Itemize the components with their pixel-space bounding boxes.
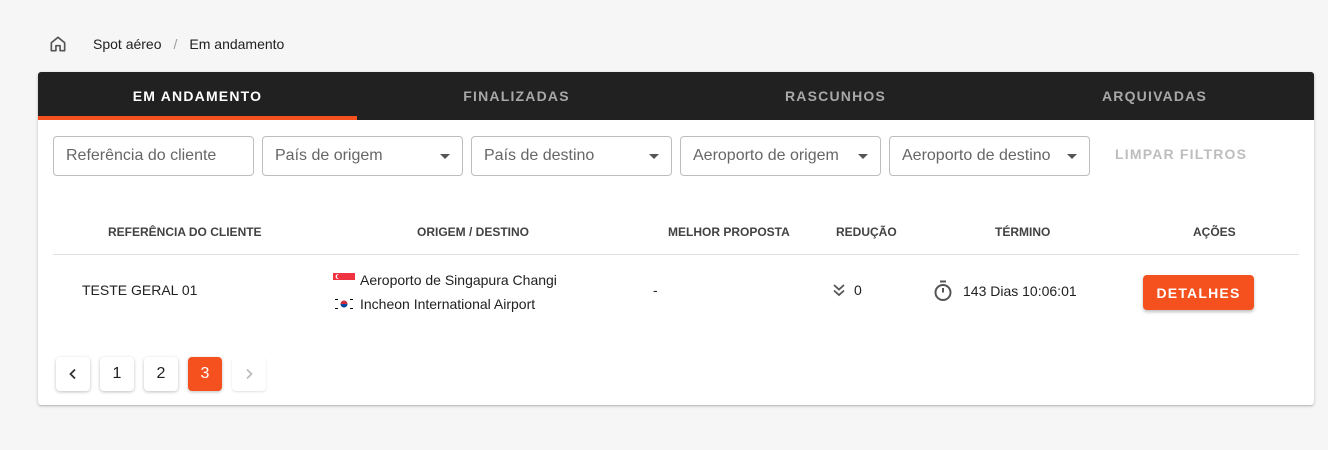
home-icon[interactable] [48, 34, 68, 54]
chevron-right-icon [243, 368, 255, 380]
breadcrumb-separator: / [173, 36, 178, 52]
timer-icon [933, 280, 953, 302]
clear-filters-button[interactable]: LIMPAR FILTROS [1115, 136, 1247, 172]
tab-arquivadas[interactable]: ARQUIVADAS [995, 72, 1314, 120]
double-chevron-down-icon [832, 283, 846, 297]
page-button-1[interactable]: 1 [100, 357, 134, 391]
reduction-cell: 0 [832, 282, 862, 298]
header-end: TÉRMINO [995, 225, 1051, 239]
main-card: EM ANDAMENTO FINALIZADAS RASCUNHOS ARQUI… [38, 72, 1314, 405]
breadcrumb-item-current: Em andamento [189, 36, 285, 52]
tab-finalizadas[interactable]: FINALIZADAS [357, 72, 676, 120]
client-reference-input[interactable]: Referência do cliente [53, 136, 254, 176]
next-page-button[interactable] [232, 357, 266, 391]
caret-down-icon [649, 153, 659, 159]
best-offer-cell: - [653, 282, 658, 298]
dest-country-select[interactable]: País de destino [471, 136, 672, 176]
pagination: 1 2 3 [56, 357, 276, 391]
end-cell: 143 Dias 10:06:01 [933, 280, 1077, 302]
end-countdown: 143 Dias 10:06:01 [963, 283, 1077, 299]
destination-airport-text: Incheon International Airport [360, 296, 536, 312]
origin-destination-cell: Aeroporto de Singapura Changi Incheon In… [333, 268, 557, 316]
tab-bar: EM ANDAMENTO FINALIZADAS RASCUNHOS ARQUI… [38, 72, 1314, 120]
caret-down-icon [440, 153, 450, 159]
table-row: TESTE GERAL 01 Aeroporto de Singapura Ch… [38, 256, 1314, 328]
table-header: REFERÊNCIA DO CLIENTE ORIGEM / DESTINO M… [53, 217, 1299, 255]
caret-down-icon [1067, 153, 1077, 159]
dest-country-label: País de destino [484, 147, 595, 164]
origin-airport-label: Aeroporto de origem [693, 147, 839, 164]
breadcrumb: Spot aéreo / Em andamento [48, 32, 284, 56]
header-client-reference: REFERÊNCIA DO CLIENTE [108, 225, 262, 239]
header-actions: AÇÕES [1193, 225, 1236, 239]
client-reference-placeholder: Referência do cliente [66, 147, 217, 164]
header-best-offer: MELHOR PROPOSTA [668, 225, 790, 239]
singapore-flag-icon [333, 273, 355, 287]
details-button[interactable]: DETALHES [1143, 275, 1254, 310]
filter-bar: Referência do cliente País de origem Paí… [53, 136, 1247, 176]
header-origin-destination: ORIGEM / DESTINO [417, 225, 530, 239]
origin-airport-text: Aeroporto de Singapura Changi [360, 272, 557, 288]
caret-down-icon [858, 153, 868, 159]
dest-airport-label: Aeroporto de destino [902, 147, 1051, 164]
header-reduction: REDUÇÃO [836, 225, 897, 239]
tab-em-andamento[interactable]: EM ANDAMENTO [38, 72, 357, 120]
south-korea-flag-icon [333, 297, 355, 311]
breadcrumb-item-spot-aereo[interactable]: Spot aéreo [93, 36, 162, 52]
page-button-2[interactable]: 2 [144, 357, 178, 391]
origin-country-select[interactable]: País de origem [262, 136, 463, 176]
origin-country-label: País de origem [275, 147, 383, 164]
origin-airport-select[interactable]: Aeroporto de origem [680, 136, 881, 176]
tab-rascunhos[interactable]: RASCUNHOS [676, 72, 995, 120]
dest-airport-select[interactable]: Aeroporto de destino [889, 136, 1090, 176]
reduction-value: 0 [854, 282, 862, 298]
previous-page-button[interactable] [56, 357, 90, 391]
chevron-left-icon [67, 368, 79, 380]
client-reference-cell: TESTE GERAL 01 [82, 282, 198, 298]
page-button-3[interactable]: 3 [188, 357, 222, 391]
